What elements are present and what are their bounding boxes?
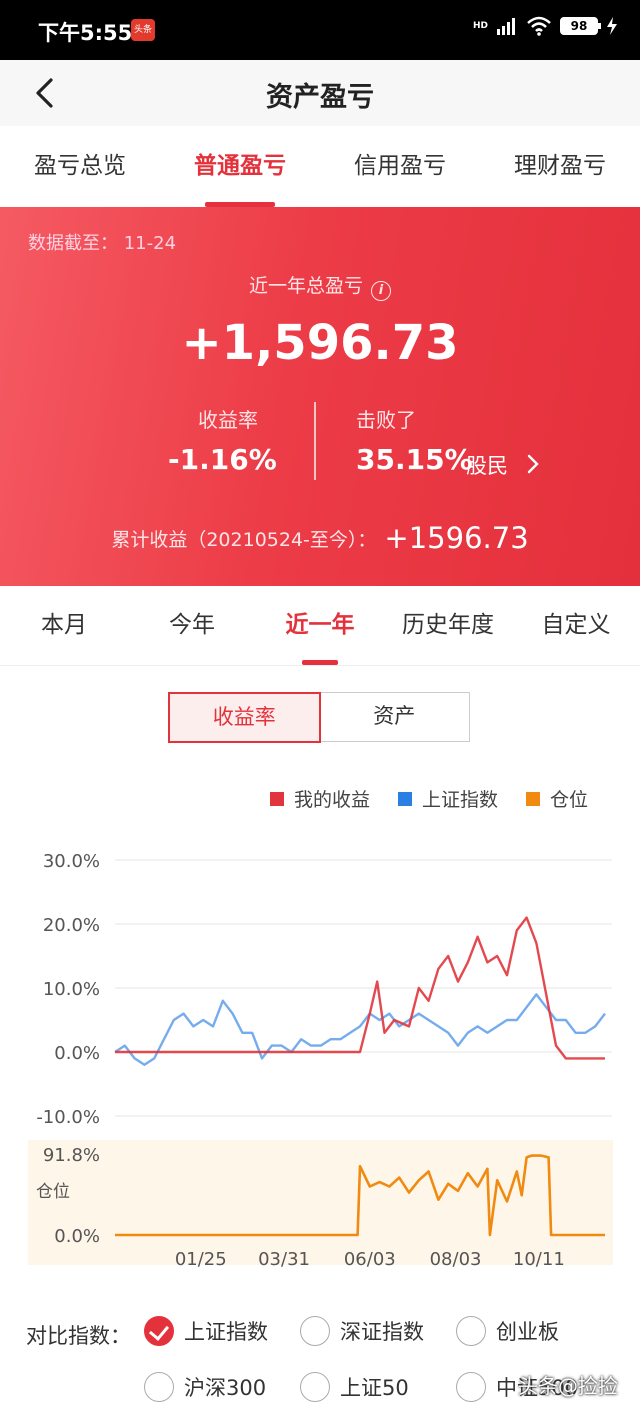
compare-option-chinext[interactable]: 创业板 <box>456 1316 559 1346</box>
compare-option-sse50[interactable]: 上证50 <box>300 1372 409 1402</box>
period-ytd[interactable]: 今年 <box>128 586 256 665</box>
cumulative-value: +1596.73 <box>384 521 529 555</box>
compare-option-sse[interactable]: 上证指数 <box>144 1316 268 1346</box>
year-pnl-value: +1,596.73 <box>181 315 459 371</box>
legend-label: 仓位 <box>549 789 588 811</box>
year-pnl-label-text: 近一年总盈亏 <box>248 275 363 297</box>
page-title: 资产盈亏 <box>266 82 374 113</box>
period-month[interactable]: 本月 <box>0 586 128 665</box>
as-of-label: 数据截至： <box>28 233 118 254</box>
legend-item: 仓位 <box>525 785 588 812</box>
compare-option-szse[interactable]: 深证指数 <box>300 1316 424 1346</box>
series-line <box>114 993 606 1066</box>
y-tick-label: 20.0% <box>43 915 100 936</box>
cumulative-label: 累计收益（20210524-至今）： <box>111 529 377 551</box>
option-label: 上证50 <box>340 1376 409 1400</box>
nav-bar: 资产盈亏 <box>0 60 640 126</box>
legend-item: 我的收益 <box>269 785 370 812</box>
checkbox-checked-icon[interactable] <box>144 1316 174 1346</box>
tab-normal[interactable]: 普通盈亏 <box>160 126 320 207</box>
year-pnl-label: 近一年总盈亏 i <box>0 271 640 301</box>
legend-item: 上证指数 <box>397 785 498 812</box>
toutiao-app-icon: 头条 <box>131 19 155 41</box>
chart-mode-toggle: 收益率 资产 <box>167 691 470 743</box>
status-icons: HD 98 <box>473 16 618 36</box>
checkbox-icon[interactable] <box>300 1316 330 1346</box>
option-label: 沪深300 <box>184 1376 267 1400</box>
mode-return-rate[interactable]: 收益率 <box>167 691 321 743</box>
tab-overview[interactable]: 盈亏总览 <box>0 126 160 207</box>
tab-credit[interactable]: 信用盈亏 <box>320 126 480 207</box>
y-tick-label: 91.8% <box>43 1145 100 1166</box>
y-tick-label: 10.0% <box>43 979 100 1000</box>
period-tabs: 本月 今年 近一年 历史年度 自定义 <box>0 586 640 666</box>
watermark: 头条@捡捡 <box>518 1374 618 1398</box>
checkbox-icon[interactable] <box>456 1372 486 1402</box>
checkbox-icon[interactable] <box>300 1372 330 1402</box>
compare-index-panel: 对比指数： 上证指数 深证指数 创业板 沪深300 上证50 中证500 <box>26 1308 626 1422</box>
beat-unit[interactable]: 股民 <box>466 450 508 480</box>
beat-value[interactable]: 35.15% <box>356 443 473 476</box>
y-axis-label: 仓位 <box>36 1182 70 1202</box>
return-rate-label: 收益率 <box>198 408 258 432</box>
x-tick-label: 10/11 <box>513 1249 565 1270</box>
as-of-date: 数据截至： 11-24 <box>28 229 176 255</box>
legend-swatch <box>525 791 540 806</box>
option-label: 创业板 <box>496 1320 559 1344</box>
checkbox-icon[interactable] <box>144 1372 174 1402</box>
compare-label: 对比指数： <box>26 1324 131 1348</box>
x-tick-label: 01/25 <box>175 1249 227 1270</box>
option-label: 深证指数 <box>340 1320 424 1344</box>
compare-option-csi300[interactable]: 沪深300 <box>144 1372 266 1402</box>
x-tick-label: 03/31 <box>258 1249 310 1270</box>
chart-legend: 我的收益 上证指数 仓位 <box>269 785 588 812</box>
charging-icon <box>607 17 617 35</box>
legend-swatch <box>397 791 412 806</box>
battery-icon: 98 <box>560 17 601 35</box>
chevron-right-icon[interactable] <box>526 453 540 475</box>
pnl-summary-card: 数据截至： 11-24 近一年总盈亏 i +1,596.73 收益率 -1.16%… <box>0 207 640 586</box>
signal-icon <box>497 18 515 35</box>
legend-swatch <box>269 791 284 806</box>
cumulative-pnl: 累计收益（20210524-至今）： +1596.73 <box>0 521 640 555</box>
pnl-tabs: 盈亏总览 普通盈亏 信用盈亏 理财盈亏 <box>0 126 640 207</box>
y-tick-label: 30.0% <box>43 851 100 872</box>
return-chart[interactable]: 30.0% 20.0% 10.0% 0.0% -10.0% 91.8% 0.0% 仓位 01/2… <box>0 830 640 1280</box>
tab-wealth[interactable]: 理财盈亏 <box>480 126 640 207</box>
mode-asset[interactable]: 资产 <box>320 693 470 741</box>
x-tick-label: 08/03 <box>430 1249 482 1270</box>
info-icon[interactable]: i <box>371 281 391 301</box>
status-bar: 下午5:55 头条 HD 98 <box>0 0 640 60</box>
legend-label: 我的收益 <box>293 789 370 811</box>
y-tick-label: 0.0% <box>54 1043 100 1064</box>
option-label: 上证指数 <box>184 1320 268 1344</box>
beat-label[interactable]: 击败了 <box>356 404 416 433</box>
as-of-value: 11-24 <box>123 233 177 254</box>
hd-icon: HD <box>472 20 488 31</box>
checkbox-icon[interactable] <box>456 1316 486 1346</box>
return-rate-value: -1.16% <box>168 443 277 476</box>
status-time: 下午5:55 <box>38 21 133 45</box>
y-tick-label: -10.0% <box>36 1107 100 1128</box>
wifi-icon <box>527 16 551 36</box>
y-tick-label: 0.0% <box>54 1226 100 1247</box>
divider <box>314 402 316 480</box>
legend-label: 上证指数 <box>421 789 498 811</box>
period-one-year[interactable]: 近一年 <box>256 586 384 665</box>
period-history[interactable]: 历史年度 <box>384 586 512 665</box>
x-tick-label: 06/03 <box>344 1249 396 1270</box>
period-custom[interactable]: 自定义 <box>512 586 640 665</box>
